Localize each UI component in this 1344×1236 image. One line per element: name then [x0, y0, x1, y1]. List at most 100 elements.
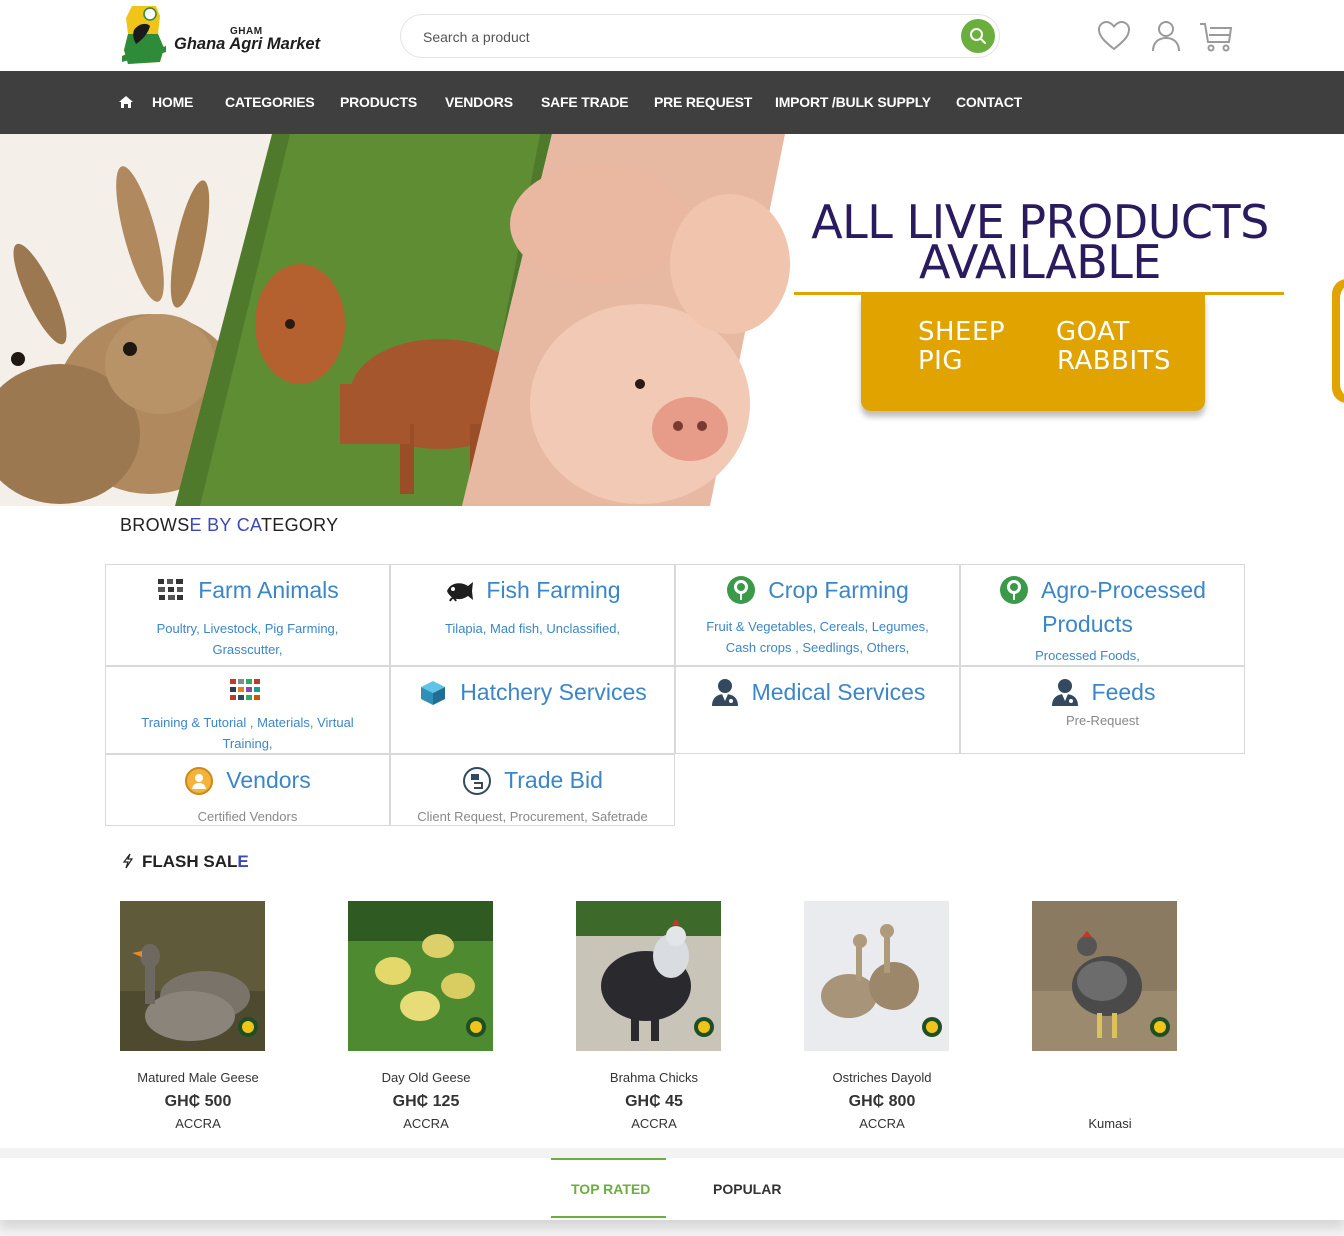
crop-tree-icon [727, 576, 756, 604]
nav-contact[interactable]: CONTACT [956, 94, 1022, 110]
browse-title-part3: TEGORY [260, 515, 339, 535]
category-feeds[interactable]: Feeds Pre-Request [960, 666, 1245, 754]
category-farm-animals[interactable]: Farm Animals Poultry, Livestock, Pig Far… [105, 564, 390, 666]
active-tab-indicator-top [551, 1158, 666, 1160]
category-subitems: Training & Tutorial , Materials, Virtual… [122, 712, 373, 754]
product-image-brahma-chicken [576, 901, 721, 1051]
nav-categories[interactable]: CATEGORIES [225, 94, 315, 110]
category-subitems-line1: Processed Foods, [1035, 648, 1140, 663]
category-name-block: Agro-Processed [1041, 573, 1206, 607]
category-name: Fish Farming [486, 577, 621, 603]
banner-animals-box: SHEEP GOAT PIG RABBITS [861, 295, 1205, 411]
category-subitems-line2: Cash crops , Seedlings, Others, [725, 640, 910, 655]
nav-safe-trade[interactable]: SAFE TRADE [541, 94, 629, 110]
browse-by-category-title: BROWSE BY CATEGORY [120, 515, 338, 536]
category-subitems: Tilapia, Mad fish, Unclassified, [407, 618, 658, 639]
product-tabs-panel [0, 1158, 1344, 1220]
product-image-geese [120, 901, 265, 1051]
user-icon[interactable] [1148, 18, 1184, 54]
category-trade-bid[interactable]: Trade Bid Client Request, Procurement, S… [390, 754, 675, 826]
nav-pre-request[interactable]: PRE REQUEST [654, 94, 752, 110]
vendor-badge-icon [185, 767, 214, 795]
doctor-icon [711, 679, 738, 706]
search-button[interactable] [961, 19, 995, 53]
banner-animal-rabbits: RABBITS [1057, 346, 1172, 376]
cart-icon[interactable] [1198, 18, 1234, 54]
product-location: ACCRA [175, 1116, 221, 1131]
category-training-tutorial[interactable]: Training & Tutorial , Materials, Virtual… [105, 666, 390, 754]
category-agro-processed-products[interactable]: Agro-Processed Products Processed Foods, [960, 564, 1245, 666]
category-subitems: Certified Vendors [122, 806, 373, 827]
farm-animals-icon [158, 579, 184, 600]
fish-icon [447, 582, 474, 602]
category-subitems-line1: Certified Vendors [197, 809, 298, 824]
category-subitems-line1: Tilapia, Mad fish, Unclassified, [444, 621, 621, 636]
heart-icon[interactable] [1096, 18, 1132, 54]
category-crop-farming[interactable]: Crop Farming Fruit & Vegetables, Cereals… [675, 564, 960, 666]
product-name: Day Old Geese [381, 1070, 471, 1085]
category-subitems-line1: Client Request, Procurement, Safetrade [417, 809, 648, 824]
main-nav: HOME CATEGORIES PRODUCTS VENDORS SAFE TR… [0, 71, 1344, 134]
product-price: GH₵ 125 [392, 1093, 460, 1110]
home-icon[interactable] [118, 95, 134, 109]
product-location: Kumasi [1088, 1116, 1132, 1131]
category-name: Trade Bid [504, 767, 603, 793]
lightning-icon [122, 853, 134, 869]
tab-popular[interactable]: POPULAR [713, 1181, 781, 1197]
browse-title-part1: BROWS [120, 515, 190, 535]
ghana-map-logo-icon [122, 6, 166, 64]
category-name: Crop Farming [768, 577, 909, 603]
category-name: Vendors [226, 767, 311, 793]
category-subitems-line2: Grasscutter, [212, 642, 283, 657]
product-name: Ostriches Dayold [832, 1070, 932, 1085]
category-name: Feeds [1091, 679, 1156, 705]
category-subitems-line1: Fruit & Vegetables, Cereals, Legumes, [706, 619, 929, 634]
search-input[interactable] [423, 26, 943, 48]
category-fish-farming[interactable]: Fish Farming Tilapia, Mad fish, Unclassi… [390, 564, 675, 666]
nav-home[interactable]: HOME [152, 94, 193, 110]
product-card[interactable]: Day Old Geese GH₵ 125 ACCRA [327, 900, 525, 1140]
agro-processed-tree-icon [1000, 576, 1029, 604]
category-name-line2: Products [1042, 611, 1133, 637]
banner-animal-goat: GOAT [1056, 317, 1130, 347]
product-image-goslings [348, 901, 493, 1051]
category-medical-services[interactable]: Medical Services [675, 666, 960, 754]
category-subitems-line2: Training, [222, 736, 273, 751]
category-name: Medical Services [751, 679, 926, 705]
category-name: Agro-Processed [1041, 577, 1206, 603]
flash-sale-title: FLASH SALE [122, 852, 249, 872]
site-logo[interactable]: GHAM Ghana Agri Market [118, 4, 328, 70]
product-card[interactable]: Ostriches Dayold GH₵ 800 ACCRA [783, 900, 981, 1140]
browse-title-part2: E BY CA [189, 515, 261, 535]
category-subitems: Pre-Request [977, 710, 1228, 731]
product-price: GH₵ 800 [848, 1093, 916, 1110]
nav-products[interactable]: PRODUCTS [340, 94, 417, 110]
product-image-ostrich-chicks [804, 901, 949, 1051]
category-vendors[interactable]: Vendors Certified Vendors [105, 754, 390, 826]
flash-sale-title-part2: E [237, 852, 249, 871]
training-grid-icon [230, 679, 260, 700]
livestock-photo-collage [0, 134, 790, 506]
product-image-speckled-chicken [1032, 901, 1177, 1051]
search-icon [970, 28, 986, 44]
product-name: Matured Male Geese [137, 1070, 259, 1085]
category-subitems: Fruit & Vegetables, Cereals, Legumes, Ca… [692, 616, 943, 658]
product-card[interactable]: Kumasi [1011, 900, 1209, 1140]
nav-vendors[interactable]: VENDORS [445, 94, 513, 110]
category-subitems: Processed Foods, [947, 645, 1228, 666]
hero-banner[interactable]: ALL LIVE PRODUCTS AVAILABLE SHEEP GOAT P… [0, 134, 1344, 506]
product-location: ACCRA [403, 1116, 449, 1131]
hatchery-box-icon [421, 681, 446, 705]
category-hatchery-services[interactable]: Hatchery Services [390, 666, 675, 754]
tab-top-rated[interactable]: TOP RATED [571, 1181, 650, 1197]
banner-next-slide-tab[interactable] [1332, 279, 1344, 403]
flash-sale-title-part1: FLASH SAL [142, 852, 238, 871]
product-card[interactable]: Brahma Chicks GH₵ 45 ACCRA [555, 900, 753, 1140]
active-tab-indicator-bottom [551, 1216, 666, 1218]
product-price: GH₵ 45 [625, 1093, 683, 1110]
category-subitems: Client Request, Procurement, Safetrade [407, 806, 658, 827]
product-card[interactable]: Matured Male Geese GH₵ 500 ACCRA [99, 900, 297, 1140]
category-subitems-line1: Pre-Request [1066, 713, 1139, 728]
nav-import-bulk-supply[interactable]: IMPORT /BULK SUPPLY [775, 94, 931, 110]
category-name: Farm Animals [198, 577, 339, 603]
